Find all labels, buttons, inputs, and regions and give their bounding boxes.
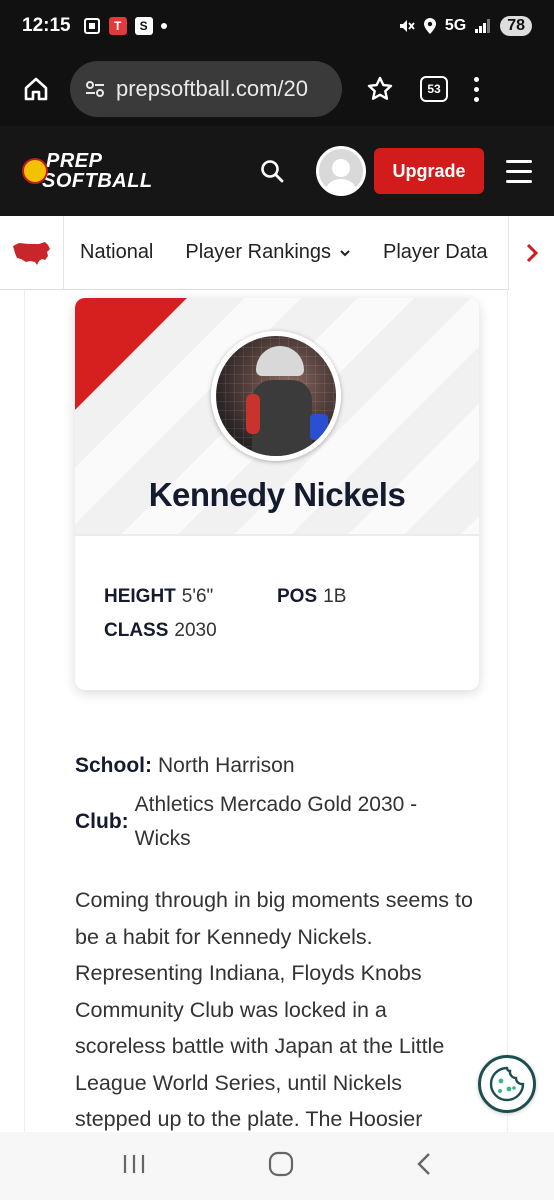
search-icon <box>261 160 284 183</box>
logo-line-1: PREP <box>46 150 103 172</box>
player-photo <box>211 331 341 461</box>
school-value: North Harrison <box>158 754 295 777</box>
browser-menu-button[interactable] <box>474 76 479 102</box>
red-corner-accent <box>75 298 187 410</box>
location-icon <box>423 18 436 34</box>
cookie-icon <box>489 1066 525 1102</box>
battery-level: 78 <box>500 16 532 36</box>
upgrade-button[interactable]: Upgrade <box>374 148 484 194</box>
school-row: School: North Harrison <box>75 754 295 778</box>
user-icon <box>324 159 358 193</box>
sub-navigation: National Player Rankings Player Data <box>0 215 554 290</box>
recents-button[interactable] <box>121 1152 147 1181</box>
player-name: Kennedy Nickels <box>148 476 406 513</box>
star-icon <box>367 76 393 100</box>
nav-player-rankings[interactable]: Player Rankings <box>185 241 351 264</box>
stat-height: HEIGHT 5'6" <box>104 586 213 608</box>
home-nav-icon <box>268 1151 294 1176</box>
usa-map-icon[interactable] <box>0 215 64 290</box>
s-app-icon: S <box>134 17 153 35</box>
chevron-right-icon <box>526 243 538 263</box>
softball-icon <box>22 158 48 184</box>
screenshot-icon <box>83 18 100 34</box>
user-avatar[interactable] <box>316 146 366 196</box>
status-bar: 12:15 T S 5G 78 <box>0 0 554 52</box>
school-label: School: <box>75 754 152 777</box>
recents-icon <box>123 1154 144 1173</box>
tab-switcher-button[interactable]: 53 <box>420 76 448 102</box>
stat-height-value: 5'6" <box>181 586 214 607</box>
status-time: 12:15 <box>22 15 71 36</box>
stat-class: CLASS 2030 <box>104 620 217 642</box>
club-value: Athletics Mercado Gold 2030 - Wicks <box>134 793 418 850</box>
nav-national[interactable]: National <box>80 241 153 264</box>
nav-scroll-right-button[interactable] <box>508 216 554 290</box>
logo-line-2: SOFTBALL <box>42 170 153 192</box>
home-icon <box>24 77 48 101</box>
url-text: prepsoftball.com/20 <box>116 76 308 101</box>
chevron-down-icon <box>339 249 351 257</box>
nav-player-data[interactable]: Player Data <box>383 241 488 264</box>
site-logo[interactable]: PREP SOFTBALL <box>22 151 153 191</box>
player-card-header: Kennedy Nickels <box>75 298 479 536</box>
stat-class-value: 2030 <box>174 620 217 641</box>
stat-pos-value: 1B <box>323 586 347 607</box>
cookie-settings-button[interactable] <box>478 1055 536 1113</box>
back-button[interactable] <box>415 1151 433 1182</box>
main-content: Kennedy Nickels HEIGHT 5'6" POS 1B CLASS 20… <box>24 290 508 1132</box>
back-icon <box>417 1152 431 1175</box>
signal-icon <box>475 19 491 33</box>
stat-pos-label: POS <box>277 586 318 607</box>
site-menu-button[interactable] <box>506 159 532 183</box>
status-system-icons: 5G 78 <box>397 16 532 36</box>
address-bar[interactable]: prepsoftball.com/20 <box>70 61 342 117</box>
search-button[interactable] <box>256 155 288 187</box>
home-button[interactable] <box>16 69 56 109</box>
club-row: Club: Athletics Mercado Gold 2030 - Wick… <box>75 788 455 856</box>
dot-icon <box>160 23 167 29</box>
home-nav-button[interactable] <box>268 1151 294 1182</box>
bookmark-button[interactable] <box>362 71 398 107</box>
nav-player-rankings-label: Player Rankings <box>185 241 332 263</box>
stat-height-label: HEIGHT <box>104 586 176 607</box>
site-settings-icon[interactable] <box>84 79 106 99</box>
stat-position: POS 1B <box>277 586 346 608</box>
system-navigation-bar <box>0 1132 554 1200</box>
tv-app-icon: T <box>108 17 127 35</box>
site-header: PREP SOFTBALL Upgrade <box>0 126 554 216</box>
browser-toolbar: prepsoftball.com/20 53 <box>0 52 554 126</box>
player-card: Kennedy Nickels HEIGHT 5'6" POS 1B CLASS 20… <box>75 298 479 690</box>
player-bio: Coming through in big moments seems to b… <box>75 888 473 1131</box>
stat-class-label: CLASS <box>104 620 169 641</box>
network-type: 5G <box>444 17 467 34</box>
status-notification-icons: T S <box>83 17 167 35</box>
mute-icon <box>399 20 415 32</box>
club-label: Club: <box>75 810 129 833</box>
